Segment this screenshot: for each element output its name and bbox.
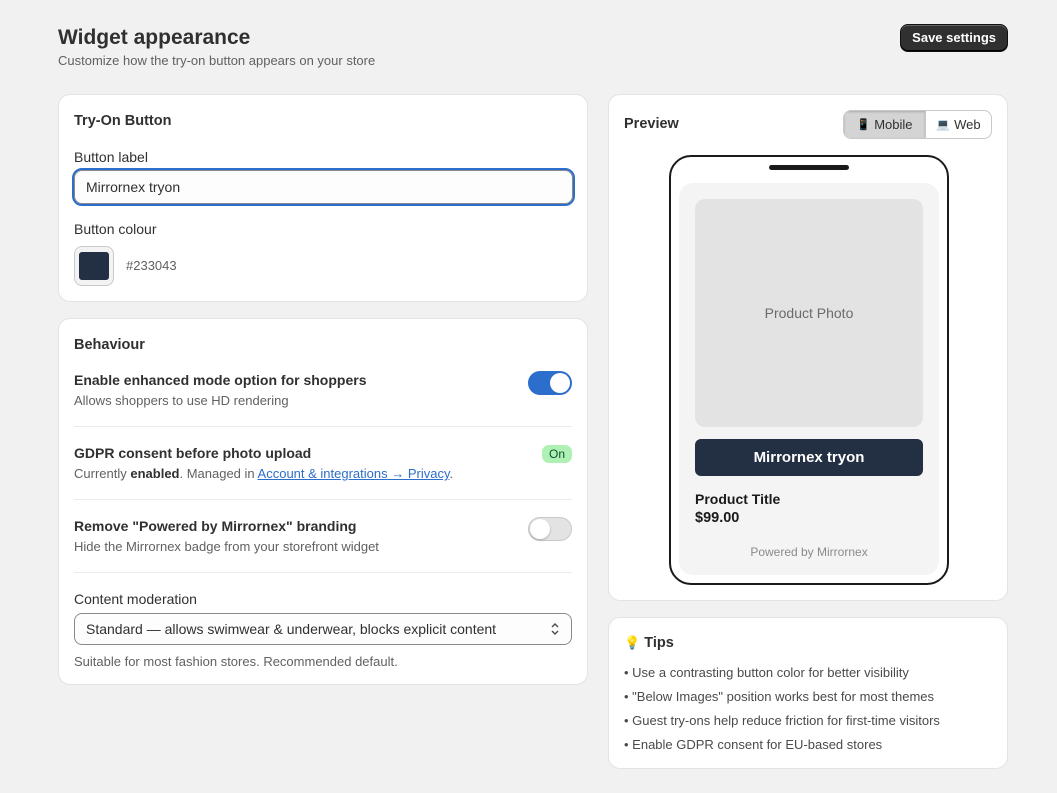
enhanced-mode-title: Enable enhanced mode option for shoppers — [74, 372, 367, 388]
behaviour-card: Behaviour Enable enhanced mode option fo… — [58, 318, 588, 685]
content-moderation-helper: Suitable for most fashion stores. Recomm… — [74, 654, 398, 669]
gdpr-desc: Currently enabled. Managed in Account & … — [74, 466, 454, 481]
colour-picker-button[interactable] — [74, 246, 114, 286]
colour-swatch — [79, 252, 109, 280]
enhanced-mode-row: Enable enhanced mode option for shoppers… — [74, 371, 572, 408]
list-item: • "Below Images" position works best for… — [624, 689, 935, 704]
page-subtitle: Customize how the try-on button appears … — [58, 53, 376, 68]
content-moderation-value: Standard — allows swimwear & underwear, … — [86, 621, 497, 637]
card-title: Try-On Button — [74, 113, 172, 129]
tab-mobile[interactable]: 📱 Mobile — [844, 111, 926, 138]
card-title: Behaviour — [74, 337, 145, 353]
branding-desc: Hide the Mirrornex badge from your store… — [74, 539, 379, 554]
list-item: • Enable GDPR consent for EU-based store… — [624, 737, 883, 752]
tab-web[interactable]: 💻 Web — [926, 111, 991, 138]
page-title: Widget appearance — [58, 26, 251, 49]
button-label-input[interactable] — [72, 168, 575, 206]
save-settings-button[interactable]: Save settings — [900, 24, 1008, 52]
gdpr-title: GDPR consent before photo upload — [74, 445, 312, 461]
product-price: $99.00 — [695, 510, 740, 526]
content-moderation-label: Content moderation — [74, 591, 197, 607]
tips-list: • Use a contrasting button color for bet… — [624, 665, 940, 761]
enhanced-mode-toggle[interactable] — [528, 371, 572, 395]
phone-frame: Product Photo Mirrornex tryon Product Ti… — [669, 155, 949, 585]
laptop-icon: 💻 — [936, 119, 951, 131]
divider — [74, 426, 572, 427]
branding-toggle[interactable] — [528, 517, 572, 541]
colour-hex-value: #233043 — [126, 258, 177, 273]
product-title: Product Title — [695, 491, 781, 507]
gdpr-status-badge: On — [541, 445, 572, 463]
privacy-settings-link[interactable]: Account & integrations → Privacy — [258, 466, 450, 481]
enhanced-mode-desc: Allows shoppers to use HD rendering — [74, 393, 289, 408]
button-colour-label: Button colour — [74, 221, 157, 237]
content-moderation-select[interactable]: Standard — allows swimwear & underwear, … — [74, 613, 572, 645]
product-photo-placeholder: Product Photo — [695, 199, 923, 427]
device-toggle: 📱 Mobile 💻 Web — [843, 110, 992, 139]
powered-by-text: Powered by Mirrornex — [750, 545, 868, 559]
button-label-label: Button label — [74, 149, 148, 165]
page-header: Widget appearance Customize how the try-… — [58, 24, 1008, 74]
preview-card: Preview 📱 Mobile 💻 Web Product Photo Mir… — [608, 94, 1008, 601]
divider — [74, 499, 572, 500]
chevron-up-down-icon — [551, 623, 559, 635]
mobile-icon: 📱 — [856, 119, 871, 131]
card-title: Preview — [624, 116, 679, 132]
lightbulb-icon: 💡 — [624, 635, 641, 650]
phone-notch — [769, 165, 849, 170]
list-item: • Use a contrasting button color for bet… — [624, 665, 909, 680]
try-on-button-card: Try-On Button Button label Button colour… — [58, 94, 588, 302]
phone-screen: Product Photo Mirrornex tryon Product Ti… — [679, 183, 939, 575]
branding-title: Remove "Powered by Mirrornex" branding — [74, 518, 357, 534]
tips-card: 💡 Tips • Use a contrasting button color … — [608, 617, 1008, 769]
list-item: • Guest try-ons help reduce friction for… — [624, 713, 940, 728]
gdpr-row: GDPR consent before photo upload Current… — [74, 445, 572, 481]
tips-title: 💡 Tips — [624, 635, 674, 651]
branding-row: Remove "Powered by Mirrornex" branding H… — [74, 517, 572, 554]
preview-tryon-button: Mirrornex tryon — [695, 439, 923, 476]
divider — [74, 572, 572, 573]
